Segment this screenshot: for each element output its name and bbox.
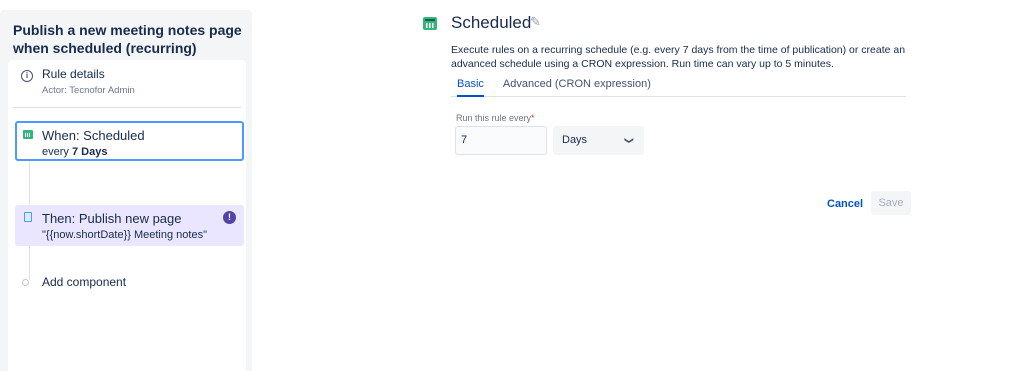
info-icon: i — [21, 70, 33, 82]
cancel-button[interactable]: Cancel — [819, 193, 871, 215]
divider — [13, 107, 241, 108]
warning-icon[interactable]: ! — [223, 211, 236, 224]
chevron-down-icon: ❯ — [624, 136, 635, 145]
page-title: Scheduled — [451, 13, 532, 32]
schedule-tabs: Basic Advanced (CRON expression) — [451, 77, 906, 97]
interval-input[interactable]: 7 — [455, 126, 547, 155]
rule-title: Publish a new meeting notes page when sc… — [13, 22, 242, 56]
rule-details[interactable]: i Rule details Actor: Tecnofor Admin — [21, 67, 135, 96]
rule-components: i Rule details Actor: Tecnofor Admin Whe… — [8, 60, 246, 371]
save-button[interactable]: Save — [871, 191, 911, 215]
add-component-label: Add component — [42, 275, 127, 289]
action-label: Then: Publish new page — [42, 211, 182, 226]
tab-advanced-cron[interactable]: Advanced (CRON expression) — [497, 77, 657, 96]
rule-panel: Publish a new meeting notes page when sc… — [0, 10, 252, 371]
rule-details-label: Rule details — [42, 67, 105, 81]
timeline-dot-icon — [22, 278, 29, 286]
schedule-description: Execute rules on a recurring schedule (e… — [451, 44, 906, 70]
actor-label: Actor: Tecnofor Admin — [42, 85, 135, 96]
required-indicator: * — [531, 113, 535, 123]
tab-basic[interactable]: Basic — [451, 77, 490, 97]
add-component-button[interactable]: Add component — [22, 275, 126, 289]
trigger-schedule-summary: every 7 Days — [42, 146, 108, 158]
pencil-icon[interactable]: ✎ — [530, 14, 541, 30]
interval-unit-select[interactable]: Days ❯ — [553, 126, 644, 155]
trigger-label: When: Scheduled — [42, 128, 145, 143]
trigger-component[interactable]: When: Scheduled every 7 Days — [15, 121, 244, 161]
page-icon — [24, 212, 32, 222]
interval-field-label: Run this rule every* — [456, 113, 535, 123]
action-subtitle: "{{now.shortDate}} Meeting notes" — [42, 229, 207, 241]
calendar-icon — [23, 130, 33, 139]
action-component[interactable]: Then: Publish new page "{{now.shortDate}… — [15, 205, 244, 246]
calendar-icon — [423, 17, 437, 30]
